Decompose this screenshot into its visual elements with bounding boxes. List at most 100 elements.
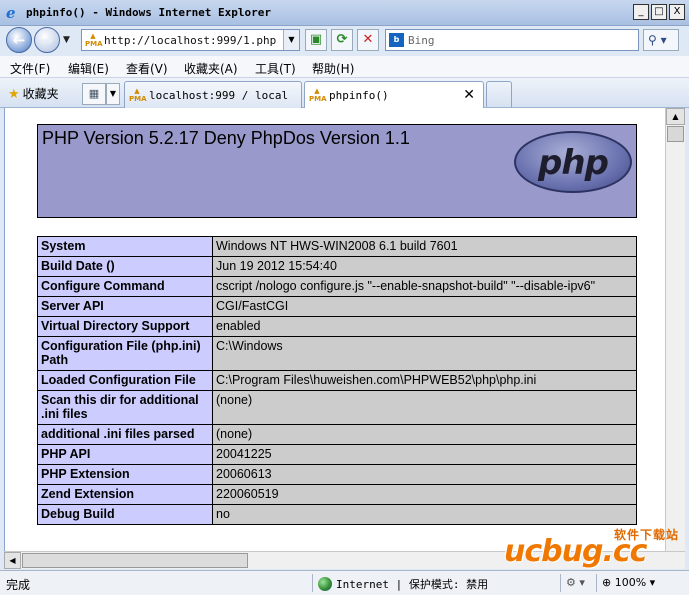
pma-favicon-icon: ▲ PMA (85, 32, 103, 48)
tab-label: phpinfo() (329, 89, 389, 102)
php-version-title: PHP Version 5.2.17 Deny PhpDos Version 1… (42, 128, 410, 148)
menu-favorites[interactable]: 收藏夹(A) (184, 60, 238, 77)
status-separator (312, 574, 313, 592)
php-info-table: System Windows NT HWS-WIN2008 6.1 build 7… (37, 236, 637, 525)
menu-edit[interactable]: 编辑(E) (68, 60, 109, 77)
php-logo-text: php (538, 143, 609, 183)
php-logo: php (514, 131, 632, 193)
tab-close-icon[interactable]: ✕ (463, 87, 475, 103)
refresh-icon[interactable]: ⟳ (331, 29, 353, 51)
search-button[interactable]: ⚲ ▾ (643, 29, 679, 51)
favorites-button[interactable]: ★ 收藏夹 (8, 85, 59, 102)
title-bar: e phpinfo() - Windows Internet Explorer … (0, 0, 689, 26)
tab-list-dropdown[interactable]: ▼ (106, 83, 120, 105)
row-key: Debug Build (37, 504, 213, 525)
row-value: cscript /nologo configure.js "--enable-s… (212, 276, 637, 297)
stop-icon[interactable]: ✕ (357, 29, 379, 51)
address-dropdown-icon[interactable]: ▼ (283, 30, 299, 50)
table-row: Zend Extension 220060519 (37, 484, 637, 505)
minimize-button[interactable]: _ (633, 4, 649, 20)
menu-file[interactable]: 文件(F) (10, 60, 50, 77)
row-key: Build Date () (37, 256, 213, 277)
recent-pages-dropdown[interactable]: ▼ (63, 35, 70, 45)
row-value: 220060519 (212, 484, 637, 505)
table-row: Build Date () Jun 19 2012 15:54:40 (37, 256, 637, 277)
status-text: 完成 (6, 578, 31, 592)
row-value: no (212, 504, 637, 525)
scroll-up-icon[interactable]: ▲ (666, 108, 685, 125)
tab-localhost[interactable]: ▲PMA localhost:999 / local... (124, 81, 302, 108)
row-key: Scan this dir for additional .ini files (37, 390, 213, 425)
scroll-thumb[interactable] (667, 126, 684, 142)
zone-text: Internet | 保护模式: 禁用 (336, 578, 489, 591)
row-key: Virtual Directory Support (37, 316, 213, 337)
row-key: Loaded Configuration File (37, 370, 213, 391)
table-row: Loaded Configuration File C:\Program File… (37, 370, 637, 391)
row-value: 20060613 (212, 464, 637, 485)
row-value: C:\Program Files\huweishen.com\PHPWEB52\… (212, 370, 637, 391)
row-key: additional .ini files parsed (37, 424, 213, 445)
horizontal-scroll-thumb[interactable] (22, 553, 248, 568)
row-key: PHP API (37, 444, 213, 465)
tab-label: localhost:999 / local... (149, 89, 289, 102)
maximize-button[interactable]: □ (651, 4, 667, 20)
back-button[interactable]: ← (6, 27, 32, 53)
table-row: additional .ini files parsed (none) (37, 424, 637, 445)
table-row: PHP API 20041225 (37, 444, 637, 465)
scroll-left-icon[interactable]: ◀ (4, 552, 21, 569)
row-key: PHP Extension (37, 464, 213, 485)
table-row: Debug Build no (37, 504, 637, 525)
search-icon: ⚲ (648, 33, 657, 47)
table-row: System Windows NT HWS-WIN2008 6.1 build 7… (37, 236, 637, 257)
window-title: phpinfo() - Windows Internet Explorer (26, 6, 272, 19)
page-content: PHP Version 5.2.17 Deny PhpDos Version 1… (4, 108, 665, 551)
menu-tools[interactable]: 工具(T) (255, 60, 296, 77)
security-zone[interactable]: Internet | 保护模式: 禁用 (318, 576, 488, 592)
ie-logo-icon: e (6, 4, 16, 22)
tab-bar: ★收藏夹 ▦ ▼ ▲PMA localhost:999 / local... ▲… (0, 78, 689, 109)
favorites-label: 收藏夹 (22, 87, 59, 101)
row-key: Configure Command (37, 276, 213, 297)
status-separator (560, 574, 561, 592)
protected-mode-icon[interactable]: ⚙ ▾ (566, 576, 585, 589)
status-bar: 完成 Internet | 保护模式: 禁用 ⚙ ▾ ⊕ 100% ▾ (0, 570, 689, 595)
vertical-scrollbar[interactable]: ▲ (665, 108, 685, 551)
row-key: Server API (37, 296, 213, 317)
zoom-control[interactable]: ⊕ 100% ▾ (602, 576, 655, 589)
watermark: 软件下载站 ucbug.cc (500, 526, 685, 570)
table-row: Server API CGI/FastCGI (37, 296, 637, 317)
window-controls: _ □ X (633, 4, 685, 20)
pma-favicon-icon: ▲ PMA (129, 87, 147, 103)
row-value: CGI/FastCGI (212, 296, 637, 317)
address-bar[interactable]: ▲ PMA http://localhost:999/1.php ▼ (81, 29, 300, 51)
menu-view[interactable]: 查看(V) (126, 60, 168, 77)
row-value: enabled (212, 316, 637, 337)
row-value: (none) (212, 390, 637, 425)
row-key: System (37, 236, 213, 257)
navigation-bar: ← → ▼ ▲ PMA http://localhost:999/1.php ▼ … (0, 26, 689, 56)
tab-phpinfo[interactable]: ▲ PMA phpinfo() ✕ (304, 81, 484, 109)
row-value: 20041225 (212, 444, 637, 465)
forward-button[interactable]: → (34, 27, 60, 53)
menu-help[interactable]: 帮助(H) (312, 60, 354, 77)
status-separator (596, 574, 597, 592)
close-window-button[interactable]: X (669, 4, 685, 20)
globe-icon (318, 577, 332, 591)
table-row: Configure Command cscript /nologo configu… (37, 276, 637, 297)
menu-bar: 文件(F) 编辑(E) 查看(V) 收藏夹(A) 工具(T) 帮助(H) (0, 56, 689, 78)
zoom-level: 100% (614, 576, 647, 589)
address-input[interactable]: http://localhost:999/1.php (104, 34, 276, 47)
pma-favicon-icon: ▲ PMA (309, 87, 327, 103)
search-box[interactable]: b Bing (385, 29, 639, 51)
row-value: Windows NT HWS-WIN2008 6.1 build 7601 (212, 236, 637, 257)
row-value: C:\Windows (212, 336, 637, 371)
compatibility-view-icon[interactable]: ▣ (305, 29, 327, 51)
search-input[interactable]: Bing (408, 34, 435, 47)
new-tab-button[interactable] (486, 81, 512, 107)
row-key: Zend Extension (37, 484, 213, 505)
row-value: (none) (212, 424, 637, 445)
star-icon: ★ (8, 87, 20, 102)
php-header: PHP Version 5.2.17 Deny PhpDos Version 1… (37, 124, 637, 218)
quick-tabs-icon[interactable]: ▦ (82, 83, 106, 105)
row-value: Jun 19 2012 15:54:40 (212, 256, 637, 277)
